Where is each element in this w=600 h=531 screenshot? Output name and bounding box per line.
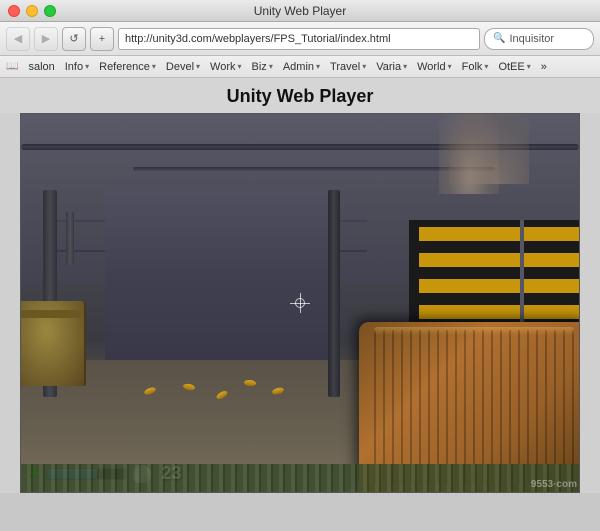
search-icon: 🔍 <box>493 33 505 44</box>
bookmark-label: Travel <box>330 61 360 73</box>
close-button[interactable] <box>8 5 20 17</box>
bookmark-label: Devel <box>166 61 194 73</box>
chevron-down-icon: ▾ <box>484 62 488 71</box>
ammo-belt <box>21 464 579 492</box>
barrel-rim <box>21 310 81 318</box>
navigation-toolbar: ◀ ▶ ↺ + http://unity3d.com/webplayers/FP… <box>0 22 600 56</box>
minimize-button[interactable] <box>26 5 38 17</box>
reload-button[interactable]: ↺ <box>62 27 86 51</box>
bookmark-devel[interactable]: Devel ▾ <box>166 61 200 73</box>
game-canvas[interactable]: + 23 9553·com <box>20 113 580 493</box>
window-title: Unity Web Player <box>254 4 346 18</box>
pillar-1 <box>66 212 74 265</box>
bookmark-label: Info <box>65 61 83 73</box>
bookmark-label: Work <box>210 61 235 73</box>
chevron-down-icon: ▾ <box>269 62 273 71</box>
bookmark-travel[interactable]: Travel ▾ <box>330 61 366 73</box>
bookmark-label: Biz <box>252 61 267 73</box>
page-content: Unity Web Player <box>0 78 600 493</box>
game-scene: + 23 9553·com <box>21 114 579 492</box>
search-text: Inquisitor <box>509 33 554 45</box>
bookmark-label: salon <box>28 61 54 73</box>
smoke-effect-2 <box>449 114 529 184</box>
maximize-button[interactable] <box>44 5 56 17</box>
bookmark-biz[interactable]: Biz ▾ <box>252 61 273 73</box>
crosshair-circle <box>295 298 305 308</box>
page-title: Unity Web Player <box>0 78 600 113</box>
chevron-down-icon: ▾ <box>85 62 89 71</box>
chevron-down-icon: ▾ <box>448 62 452 71</box>
chevron-down-icon: ▾ <box>527 62 531 71</box>
bookmark-work[interactable]: Work ▾ <box>210 61 241 73</box>
bookmark-info[interactable]: Info ▾ <box>65 61 89 73</box>
back-button[interactable]: ◀ <box>6 27 30 51</box>
new-tab-button[interactable]: + <box>90 27 114 51</box>
chevron-down-icon: ▾ <box>362 62 366 71</box>
bookmark-more[interactable]: » <box>541 61 547 73</box>
chevron-down-icon: ▾ <box>196 62 200 71</box>
reload-icon: ↺ <box>69 32 78 45</box>
bookmark-label: Admin <box>283 61 314 73</box>
bookmark-label: World <box>417 61 446 73</box>
bookmark-world[interactable]: World ▾ <box>417 61 452 73</box>
forward-button[interactable]: ▶ <box>34 27 58 51</box>
title-bar: Unity Web Player <box>0 0 600 22</box>
reader-icon: 📖 <box>6 61 18 72</box>
address-bar[interactable]: http://unity3d.com/webplayers/FPS_Tutori… <box>118 28 480 50</box>
chevron-down-icon: ▾ <box>316 62 320 71</box>
chevron-down-icon: ▾ <box>152 62 156 71</box>
bookmark-salon[interactable]: salon <box>28 61 54 73</box>
bookmark-label: Reference <box>99 61 150 73</box>
bookmark-label: Varia <box>376 61 401 73</box>
bookmark-label: » <box>541 61 547 73</box>
chevron-down-icon: ▾ <box>238 62 242 71</box>
gun-highlight <box>374 327 574 335</box>
bookmark-folk[interactable]: Folk ▾ <box>462 61 489 73</box>
bookmark-varia[interactable]: Varia ▾ <box>376 61 407 73</box>
bookmarks-bar: 📖 salon Info ▾ Reference ▾ Devel ▾ Work … <box>0 56 600 78</box>
bookmark-label: OtEE <box>498 61 524 73</box>
back-icon: ◀ <box>14 32 22 45</box>
plus-icon: + <box>99 33 105 45</box>
address-text: http://unity3d.com/webplayers/FPS_Tutori… <box>125 33 391 45</box>
bookmark-reference[interactable]: Reference ▾ <box>99 61 156 73</box>
bookmark-item-reader[interactable]: 📖 <box>6 61 18 72</box>
watermark: 9553·com <box>531 479 577 490</box>
struct-pillar-mid <box>328 190 340 398</box>
bookmark-label: Folk <box>462 61 483 73</box>
bookmark-admin[interactable]: Admin ▾ <box>283 61 320 73</box>
chevron-down-icon: ▾ <box>403 62 407 71</box>
crosshair <box>290 293 310 313</box>
bookmark-otee[interactable]: OtEE ▾ <box>498 61 530 73</box>
back-wall <box>105 190 328 360</box>
search-bar[interactable]: 🔍 Inquisitor <box>484 28 594 50</box>
forward-icon: ▶ <box>42 32 50 45</box>
window-controls <box>8 5 56 17</box>
gun-grip-detail <box>367 330 580 484</box>
